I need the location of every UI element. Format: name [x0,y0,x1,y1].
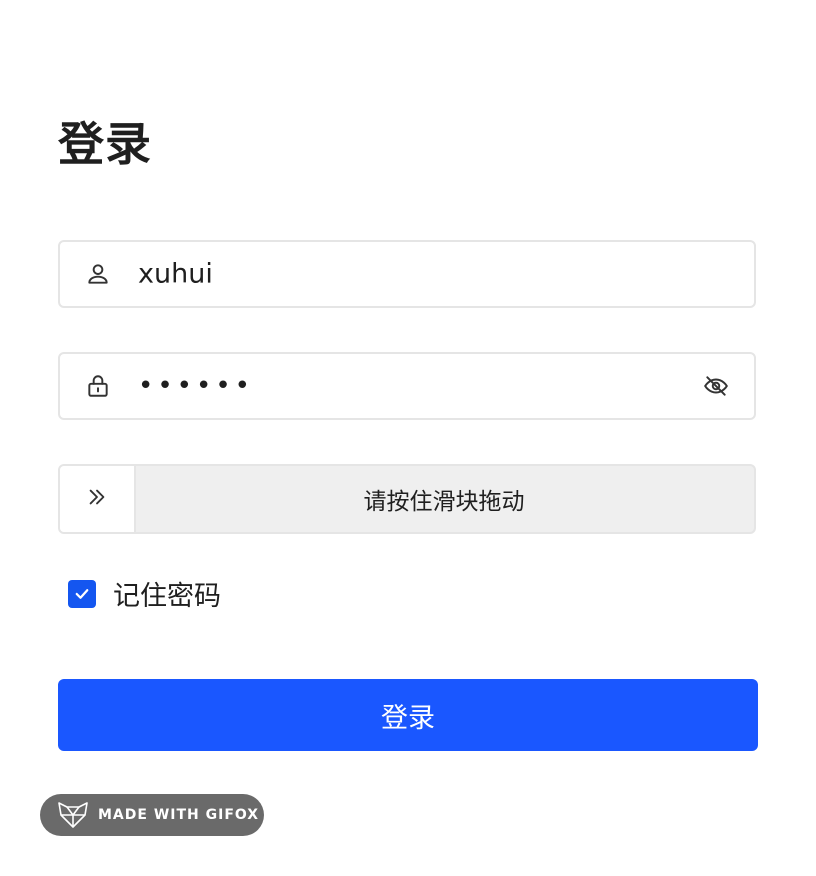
username-value: xuhui [138,258,213,290]
user-icon [85,261,111,287]
slider-text: 请按住滑块拖动 [363,489,525,515]
lock-icon [85,373,111,399]
slider-captcha[interactable]: 请按住滑块拖动 [58,464,756,534]
badge-text: MADE WITH GIFOX [98,807,260,823]
username-field[interactable]: xuhui [58,240,756,308]
eye-off-icon[interactable] [702,372,730,400]
password-value: •••••• [138,371,255,401]
remember-checkbox[interactable] [68,579,96,608]
page-title: 登录 [58,117,152,171]
slider-handle[interactable] [60,466,136,532]
double-chevron-right-icon [86,486,108,512]
fox-logo-icon [57,800,89,830]
remember-password-option[interactable]: 记住密码 [68,574,221,613]
password-field[interactable]: •••••• [58,352,756,420]
check-icon [75,588,89,599]
gifox-badge: MADE WITH GIFOX [40,794,264,836]
remember-label: 记住密码 [113,581,221,612]
login-button[interactable]: 登录 [58,679,758,751]
